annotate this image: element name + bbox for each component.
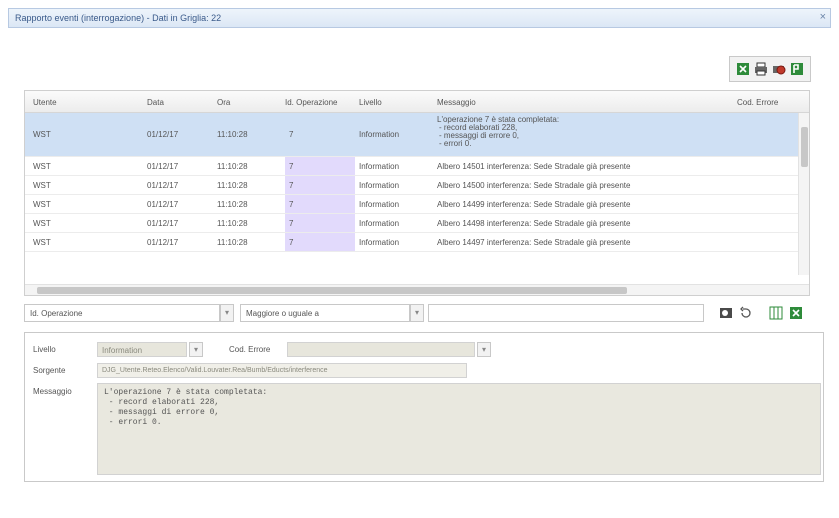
print-preview-icon[interactable] [771,61,787,77]
cell-op-value: 7 [289,219,294,228]
cell-message: Albero 14497 interferenza: Sede Stradale… [437,238,631,247]
cell-date: 01/12/17 [147,219,179,228]
cell-message: Albero 14499 interferenza: Sede Stradale… [437,200,631,209]
cell-level: Information [359,181,400,190]
filter-bar: Id. Operazione ▾ Maggiore o uguale a ▾ [24,304,810,324]
col-op-id[interactable]: Id. Operazione [285,98,337,107]
filter-field-select[interactable]: Id. Operazione [24,304,220,322]
source-label: Sorgente [33,366,66,375]
table-row[interactable]: WST 01/12/17 11:10:28 7 Information Albe… [25,214,799,233]
window-titlebar: Rapporto eventi (interrogazione) - Dati … [8,8,831,28]
level-field[interactable]: Information [97,342,187,357]
cell-user: WST [33,162,51,171]
horizontal-scroll-thumb[interactable] [37,287,627,294]
table-row[interactable]: WST 01/12/17 11:10:28 7 Information L'op… [25,113,799,157]
pdf-export-icon[interactable] [789,61,805,77]
horizontal-scrollbar[interactable] [25,284,809,295]
message-label: Messaggio [33,387,72,396]
cell-op-id: 7 [285,233,355,251]
cell-op-id: 7 [285,176,355,194]
table-row[interactable]: WST 01/12/17 11:10:28 7 Information Albe… [25,157,799,176]
error-code-label: Cod. Errore [229,345,271,354]
col-message[interactable]: Messaggio [437,98,476,107]
vertical-scroll-thumb[interactable] [801,127,808,167]
cell-time: 11:10:28 [217,130,248,139]
cell-op-value: 7 [289,181,294,190]
col-time[interactable]: Ora [217,98,230,107]
export-toolbar [729,56,811,82]
cell-op-value: 7 [289,162,294,171]
grid-header: Utente Data Ora Id. Operazione Livello M… [25,91,809,113]
cell-level: Information [359,238,400,247]
cell-time: 11:10:28 [217,238,248,247]
col-level[interactable]: Livello [359,98,382,107]
cell-level: Information [359,200,400,209]
table-row[interactable]: WST 01/12/17 11:10:28 7 Information Albe… [25,233,799,252]
source-field[interactable]: DJG_Utente.Reteo.Elenco/Valid.Louvater.R… [97,363,467,378]
search-icon[interactable] [718,305,734,321]
cell-level: Information [359,162,400,171]
chevron-down-icon[interactable]: ▾ [477,342,491,357]
col-user[interactable]: Utente [33,98,57,107]
grid-view-icon[interactable] [768,305,784,321]
cell-message: Albero 14501 interferenza: Sede Stradale… [437,162,631,171]
cell-level: Information [359,130,400,139]
cell-date: 01/12/17 [147,238,179,247]
excel-export-icon[interactable] [735,61,751,77]
cell-date: 01/12/17 [147,162,179,171]
cell-time: 11:10:28 [217,181,248,190]
cell-time: 11:10:28 [217,219,248,228]
message-textarea[interactable]: L'operazione 7 è stata completata: - rec… [97,383,821,475]
window-title: Rapporto eventi (interrogazione) - Dati … [15,13,222,23]
col-date[interactable]: Data [147,98,164,107]
vertical-scrollbar[interactable] [798,113,809,275]
cell-op-id: 7 [285,157,355,175]
cell-user: WST [33,130,51,139]
chevron-down-icon[interactable]: ▾ [220,304,234,322]
cell-level: Information [359,219,400,228]
undo-icon[interactable] [738,305,754,321]
table-row[interactable]: WST 01/12/17 11:10:28 7 Information Albe… [25,176,799,195]
chevron-down-icon[interactable]: ▾ [189,342,203,357]
table-row[interactable]: WST 01/12/17 11:10:28 7 Information Albe… [25,195,799,214]
level-label: Livello [33,345,56,354]
cell-user: WST [33,219,51,228]
cell-user: WST [33,181,51,190]
cell-date: 01/12/17 [147,181,179,190]
close-icon[interactable]: × [820,11,826,23]
print-icon[interactable] [753,61,769,77]
cell-date: 01/12/17 [147,130,179,139]
cell-op-id: 7 [285,113,355,156]
excel-icon[interactable] [788,305,804,321]
cell-op-value: 7 [289,130,294,139]
cell-message: Albero 14498 interferenza: Sede Stradale… [437,219,631,228]
error-code-field[interactable] [287,342,475,357]
events-grid[interactable]: Utente Data Ora Id. Operazione Livello M… [24,90,810,296]
chevron-down-icon[interactable]: ▾ [410,304,424,322]
cell-op-id: 7 [285,214,355,232]
event-detail-panel: Livello Information ▾ Cod. Errore ▾ Sorg… [24,332,824,482]
cell-user: WST [33,200,51,209]
cell-message-line-4: - errori 0. [439,139,472,148]
cell-user: WST [33,238,51,247]
cell-time: 11:10:28 [217,162,248,171]
col-error-code[interactable]: Cod. Errore [737,98,778,107]
filter-operator-select[interactable]: Maggiore o uguale a [240,304,410,322]
cell-op-id: 7 [285,195,355,213]
filter-value-input[interactable] [428,304,704,322]
cell-op-value: 7 [289,200,294,209]
cell-op-value: 7 [289,238,294,247]
cell-time: 11:10:28 [217,200,248,209]
cell-date: 01/12/17 [147,200,179,209]
cell-message: Albero 14500 interferenza: Sede Stradale… [437,181,631,190]
